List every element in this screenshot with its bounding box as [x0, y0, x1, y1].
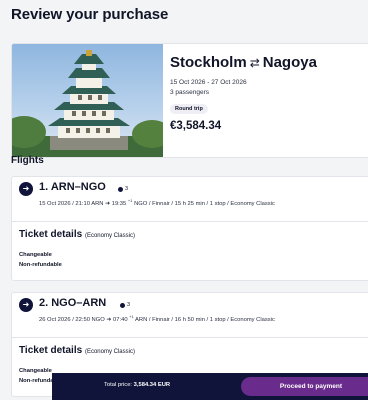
arrival-time: 07:40: [113, 316, 128, 323]
seat-count: 3: [118, 186, 128, 192]
plane-direction-icon: ➜: [19, 298, 33, 312]
ticket-title-text: Ticket details: [19, 345, 83, 356]
trip-price: €3,584.34: [170, 120, 222, 132]
condition-changeable: Changeable: [19, 252, 52, 258]
page-title: Review your purchase: [11, 6, 169, 23]
checkout-bar: Total price: 3,584.34 EUR Proceed to pay…: [52, 373, 368, 400]
departure-info: 15 Oct 2026 / 21:10 ARN: [39, 200, 104, 207]
condition-non-refundable: Non-refundable: [19, 262, 62, 268]
total-price: Total price: 3,584.34 EUR: [104, 382, 170, 388]
flight-info: 15 Oct 2026 / 21:10 ARN ➜ 19:35 +1 NGO /…: [39, 198, 275, 207]
flight-header[interactable]: ➜ 1. ARN–NGO 3 15 Oct 2026 / 21:10 ARN ➜…: [12, 177, 368, 222]
passenger-icon: [118, 186, 123, 192]
departure-info: 26 Oct 2026 / 22:50 NGO: [39, 316, 105, 323]
castle-illustration: [12, 50, 163, 157]
seat-count-value: 3: [127, 302, 131, 308]
trip-dates: 15 Oct 2026 - 27 Oct 2026: [170, 79, 247, 86]
seat-count-value: 3: [125, 186, 129, 192]
trip-summary-card: Stockholm ⇄ Nagoya 15 Oct 2026 - 27 Oct 20…: [11, 43, 368, 158]
flights-heading: Flights: [11, 155, 44, 166]
condition-changeable: Changeable: [19, 368, 52, 374]
flight-details: ARN / Finnair / 16 h 50 min / 1 stop / E…: [135, 316, 275, 323]
ticket-details-section: Ticket details (Economy Classic) Changea…: [12, 222, 368, 280]
total-price-value: 3,584.34 EUR: [133, 382, 171, 388]
ticket-details-heading: Ticket details (Economy Classic): [19, 345, 135, 356]
plane-direction-icon: ➜: [19, 182, 33, 196]
destination-city: Nagoya: [262, 54, 317, 71]
flight-title: 2. NGO–ARN: [39, 297, 107, 309]
arrow-right-icon: ➜: [105, 200, 111, 207]
flight-header[interactable]: ➜ 2. NGO–ARN 3 26 Oct 2026 / 22:50 NGO ➜…: [12, 293, 368, 338]
route-title: Stockholm ⇄ Nagoya: [170, 54, 317, 71]
ticket-class: (Economy Classic): [84, 349, 135, 355]
flight-details: NGO / Finnair / 15 h 25 min / 1 stop / E…: [134, 200, 275, 207]
round-trip-arrows-icon: ⇄: [249, 56, 260, 70]
ticket-title-text: Ticket details: [19, 229, 83, 240]
flight-title: 1. ARN–NGO: [39, 181, 106, 193]
flight-info: 26 Oct 2026 / 22:50 NGO ➜ 07:40 +1 ARN /…: [39, 314, 275, 323]
passenger-count: 3 passengers: [170, 89, 210, 96]
passenger-icon: [120, 302, 125, 308]
origin-city: Stockholm: [170, 54, 247, 71]
proceed-to-payment-button[interactable]: Proceed to payment: [241, 377, 368, 396]
arrow-right-icon: ➜: [106, 316, 112, 323]
ticket-class: (Economy Classic): [84, 233, 135, 239]
day-offset: +1: [129, 314, 134, 319]
seat-count: 3: [120, 302, 130, 308]
total-price-label: Total price:: [104, 382, 133, 388]
arrival-time: 19:35: [111, 200, 127, 207]
day-offset: +1: [127, 198, 133, 203]
ticket-details-heading: Ticket details (Economy Classic): [19, 229, 135, 240]
flight-card-outbound: ➜ 1. ARN–NGO 3 15 Oct 2026 / 21:10 ARN ➜…: [11, 176, 368, 281]
trip-type-badge: Round trip: [170, 104, 208, 114]
nagoya-castle-image: [12, 44, 163, 157]
